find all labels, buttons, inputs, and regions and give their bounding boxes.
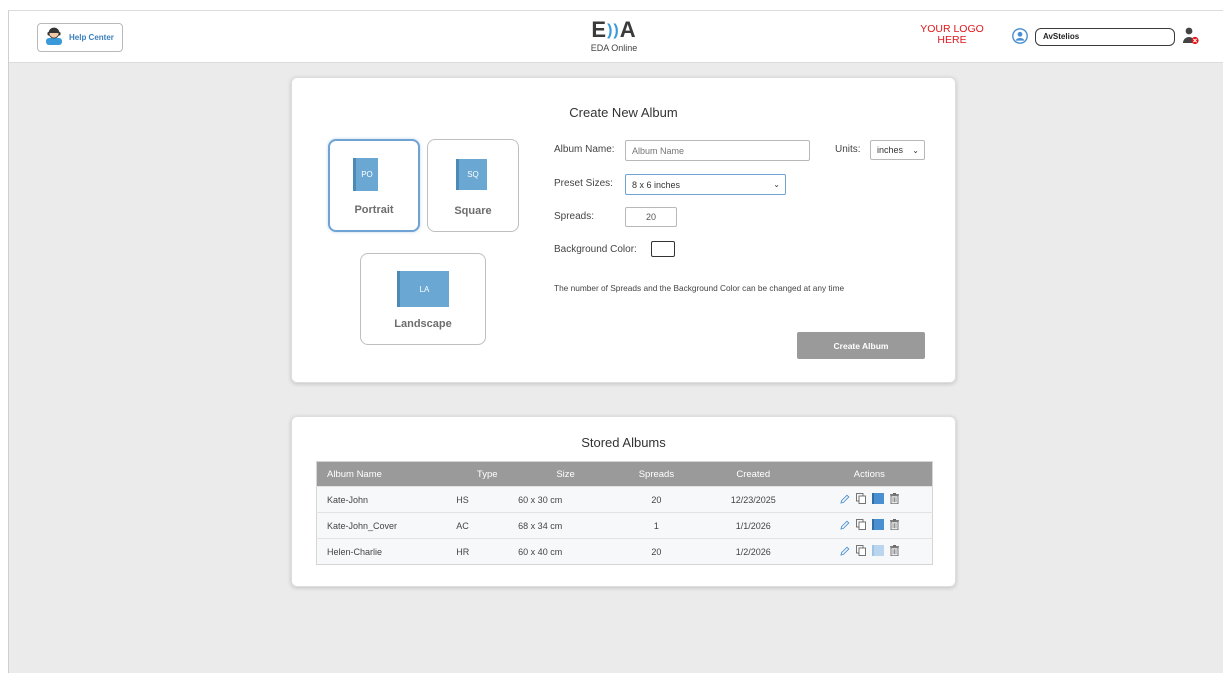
- units-select[interactable]: inches ⌄: [870, 140, 925, 160]
- chevron-down-icon: ⌄: [912, 145, 919, 155]
- open-book-icon[interactable]: [871, 519, 884, 531]
- album-type-square[interactable]: SQ Square: [427, 139, 519, 232]
- edit-pencil-icon[interactable]: [840, 520, 850, 530]
- chevron-down-icon: ⌄: [773, 180, 780, 189]
- portrait-book-icon: PO: [353, 158, 378, 191]
- spreads-label: Spreads:: [554, 211, 595, 222]
- album-spreads-cell: 1: [612, 512, 700, 539]
- table-row[interactable]: Kate-John HS 60 x 30 cm 20 12/23/2025: [316, 486, 933, 513]
- user-avatar-icon[interactable]: [1012, 28, 1028, 49]
- info-note: The number of Spreads and the Background…: [554, 283, 845, 293]
- spreads-input[interactable]: [625, 207, 677, 227]
- edit-pencil-icon[interactable]: [840, 494, 850, 504]
- album-name-cell[interactable]: Helen-Charlie: [316, 538, 457, 565]
- trash-icon[interactable]: [889, 493, 899, 505]
- create-album-card: Create New Album PO Portrait SQ Square L…: [291, 77, 956, 383]
- trash-icon[interactable]: [889, 545, 899, 557]
- album-type-cell: AC: [456, 512, 519, 539]
- album-type-label: Landscape: [394, 318, 452, 330]
- help-center-label: Help Center: [69, 33, 114, 42]
- album-name-cell[interactable]: Kate-John: [316, 486, 457, 513]
- actions-cell: [806, 486, 933, 513]
- landscape-book-icon: LA: [397, 271, 449, 307]
- column-header[interactable]: Album Name: [316, 461, 457, 487]
- app-frame: Help Center E))A EDA Online YOUR LOGO HE…: [8, 10, 1223, 673]
- albums-table: Album Name Type Size Spreads Created Act…: [316, 461, 933, 565]
- trash-icon[interactable]: [889, 519, 899, 531]
- album-type-cell: HR: [456, 538, 519, 565]
- column-header[interactable]: Size: [518, 461, 613, 487]
- top-header: Help Center E))A EDA Online YOUR LOGO HE…: [9, 11, 1223, 63]
- brand-mark: E))A: [591, 17, 637, 42]
- album-type-label: Square: [454, 205, 492, 217]
- units-value: inches: [877, 145, 904, 155]
- support-agent-icon: [44, 25, 64, 50]
- background-color-label: Background Color:: [554, 244, 637, 255]
- column-header[interactable]: Type: [456, 461, 519, 487]
- album-created-cell: 12/23/2025: [699, 486, 807, 513]
- stored-albums-card: Stored Albums Album Name Type Size Sprea…: [291, 416, 956, 587]
- column-header: Actions: [806, 461, 933, 487]
- open-book-icon[interactable]: [871, 493, 884, 505]
- album-size-cell: 60 x 40 cm: [518, 538, 613, 565]
- actions-cell: [806, 538, 933, 565]
- duplicate-icon[interactable]: [855, 519, 866, 531]
- edit-pencil-icon[interactable]: [840, 546, 850, 556]
- duplicate-icon[interactable]: [855, 493, 866, 505]
- help-center-button[interactable]: Help Center: [37, 23, 123, 52]
- create-album-button[interactable]: Create Album: [797, 332, 925, 359]
- create-album-title: Create New Album: [569, 105, 678, 120]
- table-row[interactable]: Kate-John_Cover AC 68 x 34 cm 1 1/1/2026: [316, 512, 933, 539]
- album-size-cell: 60 x 30 cm: [518, 486, 613, 513]
- column-header[interactable]: Created: [699, 461, 807, 487]
- album-size-cell: 68 x 34 cm: [518, 512, 613, 539]
- album-type-portrait[interactable]: PO Portrait: [328, 139, 420, 232]
- open-book-icon[interactable]: [871, 545, 884, 557]
- duplicate-icon[interactable]: [855, 545, 866, 557]
- album-name-label: Album Name:: [554, 144, 615, 155]
- square-book-icon: SQ: [456, 159, 487, 190]
- album-type-cell: HS: [456, 486, 519, 513]
- units-label: Units:: [835, 144, 861, 155]
- album-spreads-cell: 20: [612, 486, 700, 513]
- brand-name: EDA Online: [590, 43, 638, 53]
- logo-placeholder: YOUR LOGO HERE: [920, 23, 984, 46]
- album-type-label: Portrait: [354, 204, 394, 216]
- album-name-input[interactable]: [625, 140, 810, 161]
- album-type-landscape[interactable]: LA Landscape: [360, 253, 486, 345]
- album-created-cell: 1/1/2026: [699, 512, 807, 539]
- actions-cell: [806, 512, 933, 539]
- stored-albums-title: Stored Albums: [581, 435, 666, 450]
- preset-sizes-label: Preset Sizes:: [554, 178, 613, 189]
- table-row[interactable]: Helen-Charlie HR 60 x 40 cm 20 1/2/2026: [316, 538, 933, 565]
- album-created-cell: 1/2/2026: [699, 538, 807, 565]
- table-header-row: Album Name Type Size Spreads Created Act…: [316, 461, 933, 487]
- background-color-picker[interactable]: [651, 241, 675, 257]
- brand-logo: E))A EDA Online: [579, 17, 649, 54]
- username-field[interactable]: AvStelios: [1035, 28, 1175, 46]
- preset-sizes-value: 8 x 6 inches: [632, 179, 681, 190]
- album-spreads-cell: 20: [612, 538, 700, 565]
- column-header[interactable]: Spreads: [612, 461, 700, 487]
- preset-sizes-select[interactable]: 8 x 6 inches ⌄: [625, 174, 786, 195]
- album-name-cell[interactable]: Kate-John_Cover: [316, 512, 457, 539]
- logout-user-icon[interactable]: [1182, 26, 1200, 51]
